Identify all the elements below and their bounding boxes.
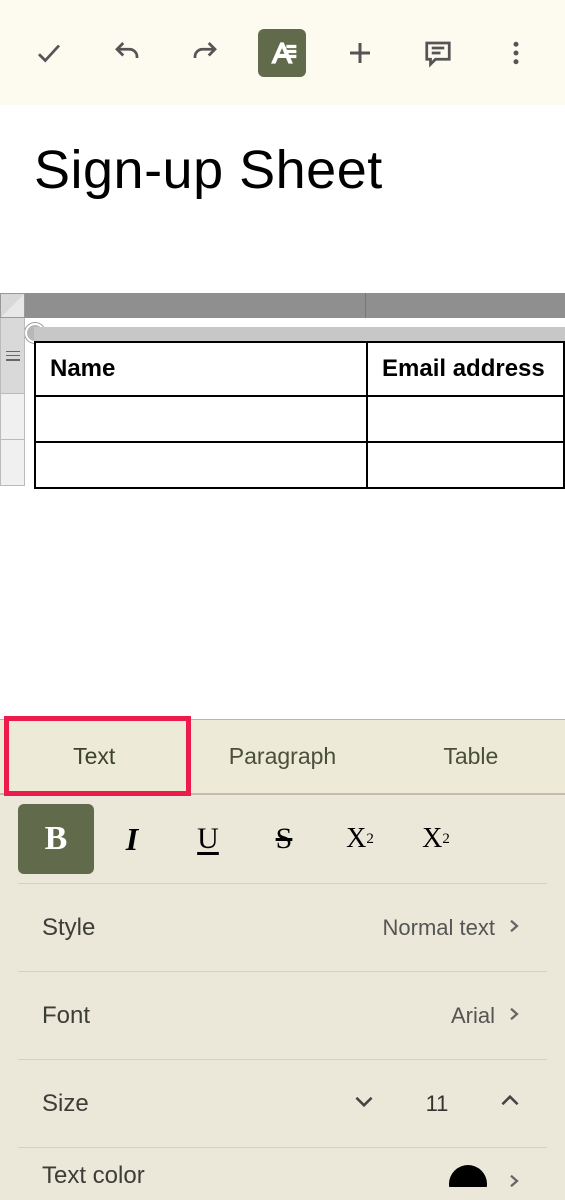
font-value-group: Arial [451, 1003, 523, 1029]
chevron-right-icon [505, 1172, 523, 1187]
table-cell[interactable] [35, 396, 367, 442]
col-handle-1[interactable] [25, 293, 365, 318]
strikethrough-button[interactable]: S [246, 804, 322, 874]
text-format-button[interactable] [258, 29, 306, 77]
style-value: Normal text [383, 915, 495, 941]
italic-button[interactable]: I [94, 804, 170, 874]
table-cell[interactable] [367, 396, 564, 442]
underline-button[interactable]: U [170, 804, 246, 874]
insert-button[interactable] [336, 29, 384, 77]
format-tabs: Text Paragraph Table [0, 720, 565, 795]
redo-button[interactable] [181, 29, 229, 77]
row-handle-2[interactable] [0, 440, 25, 486]
superscript-button[interactable]: X2 [322, 804, 398, 874]
drag-lines-icon [6, 351, 20, 361]
text-color-row[interactable]: Text color [18, 1147, 547, 1187]
table-row[interactable] [35, 396, 564, 442]
size-decrease-button[interactable] [351, 1088, 377, 1119]
size-value: 11 [417, 1091, 457, 1117]
size-label: Size [42, 1090, 89, 1118]
font-row[interactable]: Font Arial [18, 971, 547, 1059]
table-cell[interactable] [367, 442, 564, 488]
size-row: Size 11 [18, 1059, 547, 1147]
done-button[interactable] [25, 29, 73, 77]
document-table[interactable]: Name Email address [34, 341, 565, 489]
more-button[interactable] [492, 29, 540, 77]
chevron-right-icon [505, 1003, 523, 1029]
text-style-buttons: B I U S X2 X2 [0, 795, 565, 883]
size-increase-button[interactable] [497, 1088, 523, 1119]
font-value: Arial [451, 1003, 495, 1029]
table-select-all-handle[interactable] [0, 293, 25, 318]
font-label: Font [42, 1002, 90, 1030]
row-handles [0, 318, 25, 486]
document-title[interactable]: Sign-up Sheet [34, 139, 383, 201]
bold-button[interactable]: B [18, 804, 94, 874]
col-handle-2[interactable] [365, 293, 565, 318]
chevron-right-icon [505, 915, 523, 941]
size-stepper: 11 [351, 1088, 523, 1119]
comment-button[interactable] [414, 29, 462, 77]
row-handle-1[interactable] [0, 394, 25, 440]
undo-button[interactable] [103, 29, 151, 77]
table-header-cell[interactable]: Email address [367, 342, 564, 396]
text-color-swatch [449, 1165, 487, 1188]
text-color-label: Text color [42, 1162, 145, 1188]
style-value-group: Normal text [383, 915, 523, 941]
style-label: Style [42, 914, 95, 942]
table-header-row[interactable]: Name Email address [35, 342, 564, 396]
top-toolbar [0, 0, 565, 105]
table-top-border [34, 327, 565, 341]
column-ruler[interactable] [25, 293, 565, 318]
subscript-button[interactable]: X2 [398, 804, 474, 874]
tab-paragraph[interactable]: Paragraph [188, 743, 376, 770]
table-header-cell[interactable]: Name [35, 342, 367, 396]
row-handle-header[interactable] [0, 318, 25, 394]
table-row[interactable] [35, 442, 564, 488]
style-row[interactable]: Style Normal text [18, 883, 547, 971]
table-cell[interactable] [35, 442, 367, 488]
format-panel: Text Paragraph Table B I U S X2 X2 Style… [0, 719, 565, 1200]
tab-text[interactable]: Text [0, 743, 188, 770]
tab-table[interactable]: Table [377, 743, 565, 770]
